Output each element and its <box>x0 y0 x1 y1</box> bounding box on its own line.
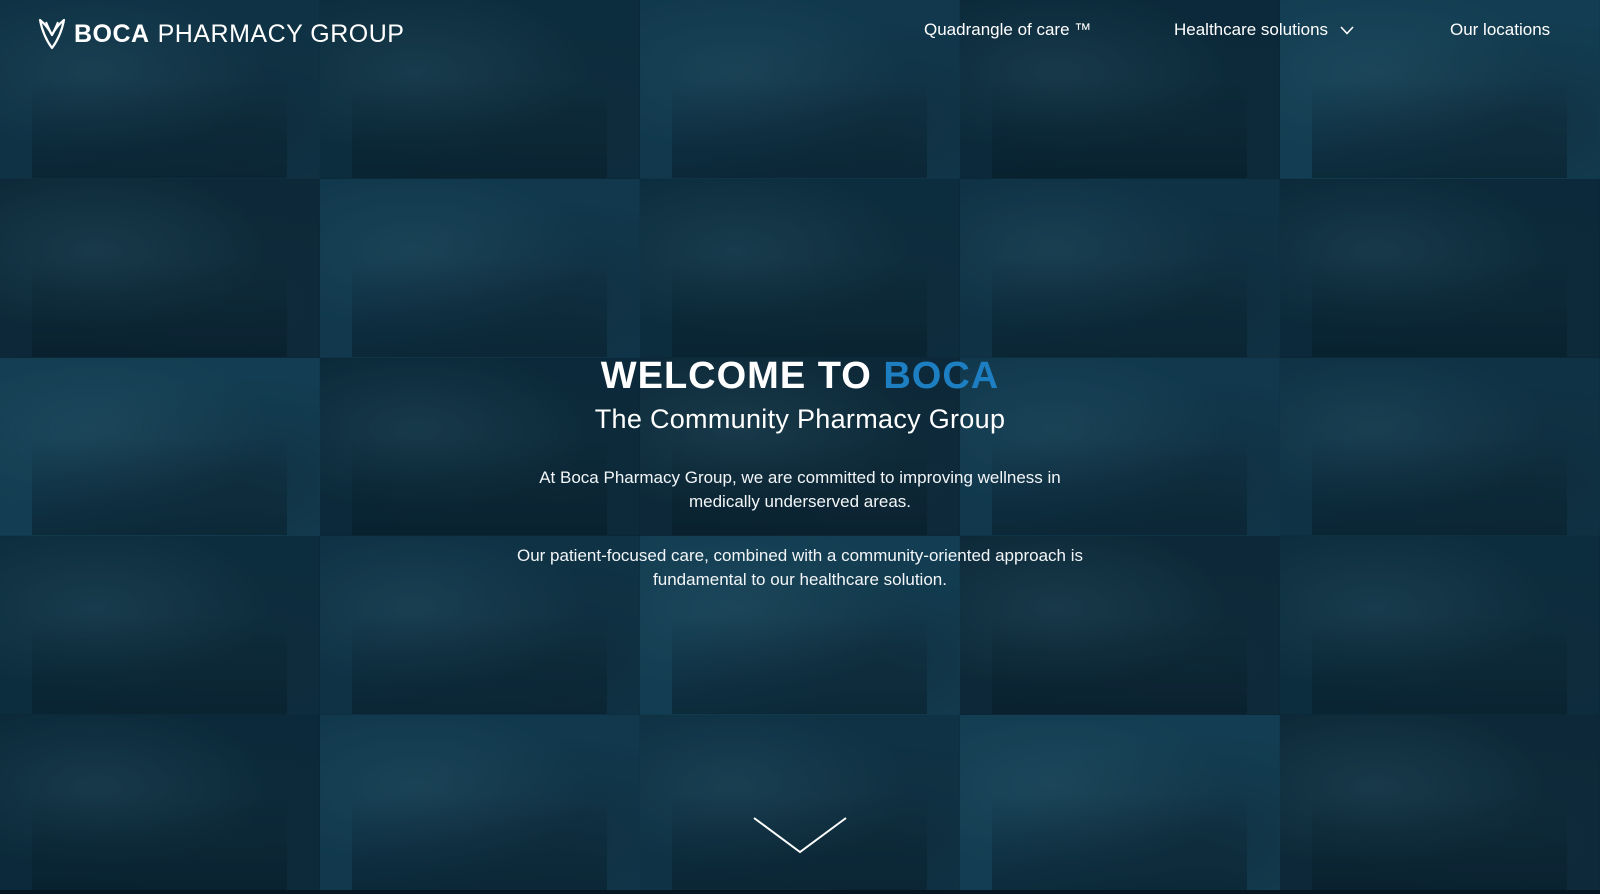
hero-paragraph-mission: At Boca Pharmacy Group, we are committed… <box>539 468 1061 511</box>
hero-title-prefix: WELCOME TO <box>600 355 884 397</box>
nav-item-our-locations[interactable]: Our locations <box>1450 19 1550 41</box>
page: BOCA PHARMACY GROUP Quadrangle of care ™… <box>0 0 1600 894</box>
nav-item-label: Quadrangle of care ™ <box>924 20 1092 39</box>
chevron-down-icon <box>1340 25 1354 35</box>
nav-item-healthcare-solutions[interactable]: Healthcare solutions <box>1174 19 1354 41</box>
chevron-down-icon <box>753 817 847 854</box>
nav-item-label: Healthcare solutions <box>1174 20 1329 39</box>
hero-section: WELCOME TO BOCA The Community Pharmacy G… <box>0 352 1600 592</box>
hero-title-accent: BOCA <box>883 355 1000 397</box>
site-header: BOCA PHARMACY GROUP Quadrangle of care ™… <box>0 0 1600 72</box>
hero-title: WELCOME TO BOCA <box>0 352 1600 400</box>
nav-item-quadrangle-of-care[interactable]: Quadrangle of care ™ <box>924 19 1091 41</box>
main-nav: Quadrangle of care ™ Healthcare solution… <box>0 19 1600 43</box>
hero-paragraph-approach: Our patient-focused care, combined with … <box>516 546 1083 589</box>
nav-item-label: Our locations <box>1450 20 1551 39</box>
hero-subtitle: The Community Pharmacy Group <box>594 404 1006 434</box>
bottom-divider <box>0 890 1600 894</box>
